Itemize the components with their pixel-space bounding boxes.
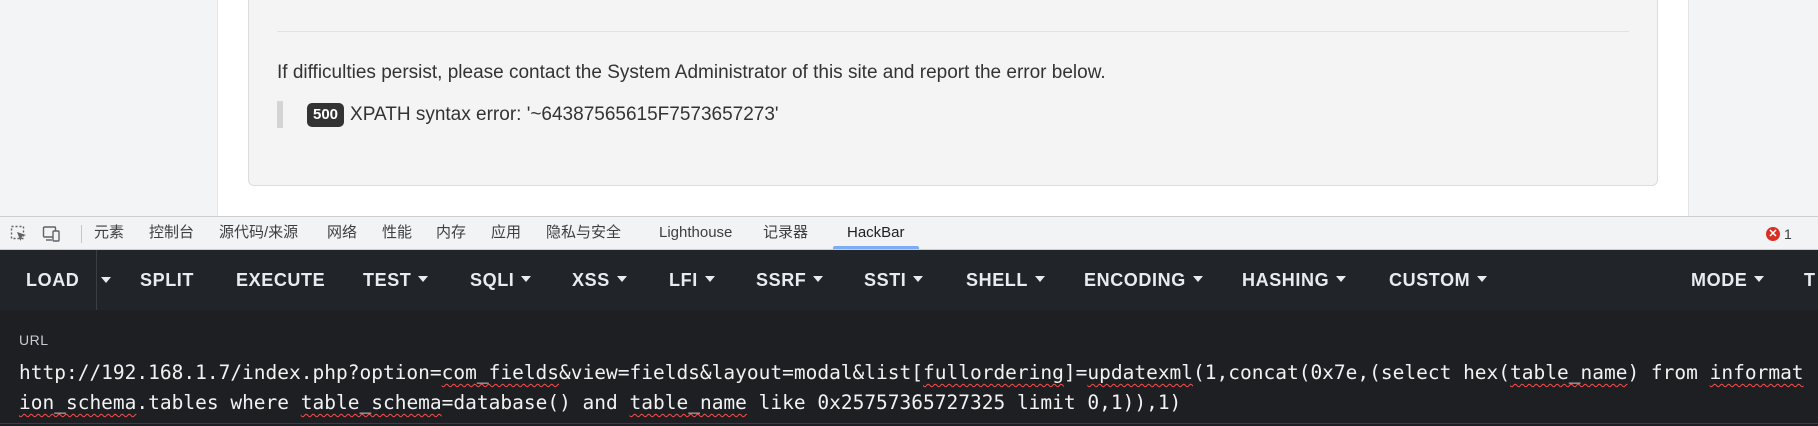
spellcheck-flagged-word: table_schema	[300, 391, 442, 414]
shell-label: SHELL	[966, 270, 1029, 290]
chevron-down-icon	[1477, 276, 1488, 283]
page-viewport: If difficulties persist, please contact …	[0, 0, 1818, 216]
custom-label: CUSTOM	[1389, 270, 1471, 290]
error-line: 500 XPATH syntax error: '~64387565615F75…	[307, 101, 779, 128]
chevron-down-icon	[101, 277, 111, 283]
hackbar-toolbar: LOAD SPLIT EXECUTE TEST SQLI XSS LFI SSR…	[0, 250, 1818, 310]
tab-recorder[interactable]: 记录器	[763, 217, 808, 249]
hashing-label: HASHING	[1242, 270, 1330, 290]
error-message: XPATH syntax error: '~64387565615F757365…	[350, 103, 779, 125]
load-dropdown-button[interactable]	[98, 250, 114, 310]
test-label: TEST	[363, 270, 412, 290]
url-label: URL	[19, 332, 49, 348]
load-split-divider	[96, 250, 97, 310]
inspect-element-icon[interactable]	[9, 224, 29, 244]
tab-performance[interactable]: 性能	[382, 217, 412, 249]
card-divider	[277, 31, 1629, 32]
chevron-down-icon	[1192, 276, 1203, 283]
mode-menu[interactable]: MODE	[1691, 250, 1765, 310]
active-tab-indicator	[833, 246, 919, 249]
ssrf-label: SSRF	[756, 270, 807, 290]
error-card	[248, 0, 1658, 186]
tab-lighthouse[interactable]: Lighthouse	[659, 217, 732, 249]
devtools-tabbar: 元素 控制台 源代码/来源 网络 性能 内存 应用 隐私与安全 Lighthou…	[0, 216, 1818, 250]
spellcheck-flagged-word: com_fields	[441, 361, 560, 384]
test-menu[interactable]: TEST	[363, 250, 429, 310]
chevron-down-icon	[704, 276, 715, 283]
overflow-label: T	[1804, 270, 1816, 290]
xss-label: XSS	[572, 270, 610, 290]
sqli-menu[interactable]: SQLI	[470, 250, 532, 310]
load-button[interactable]: LOAD	[26, 250, 79, 310]
sqli-label: SQLI	[470, 270, 515, 290]
split-button[interactable]: SPLIT	[140, 250, 194, 310]
ssrf-menu[interactable]: SSRF	[756, 250, 824, 310]
url-textarea[interactable]: http://192.168.1.7/index.php?option=com_…	[19, 358, 1809, 420]
url-panel: URL http://192.168.1.7/index.php?option=…	[0, 310, 1818, 426]
lfi-label: LFI	[669, 270, 698, 290]
url-panel-divider	[0, 423, 1818, 424]
error-code-badge: 500	[307, 102, 345, 127]
error-notice-text: If difficulties persist, please contact …	[277, 62, 1106, 83]
error-counter[interactable]: ✕ 1	[1766, 224, 1792, 244]
chevron-down-icon	[418, 276, 429, 283]
load-label: LOAD	[26, 270, 80, 290]
ssti-menu[interactable]: SSTI	[864, 250, 924, 310]
tab-memory[interactable]: 内存	[436, 217, 466, 249]
spellcheck-flagged-word: table_name	[1510, 361, 1628, 384]
chevron-down-icon	[616, 276, 627, 283]
execute-button[interactable]: EXECUTE	[236, 250, 325, 310]
encoding-label: ENCODING	[1084, 270, 1186, 290]
tab-console[interactable]: 控制台	[149, 217, 194, 249]
device-toolbar-icon[interactable]	[42, 224, 62, 244]
tab-elements[interactable]: 元素	[94, 217, 124, 249]
custom-menu[interactable]: CUSTOM	[1389, 250, 1488, 310]
ssti-label: SSTI	[864, 270, 907, 290]
shell-menu[interactable]: SHELL	[966, 250, 1046, 310]
execute-label: EXECUTE	[236, 270, 326, 290]
split-label: SPLIT	[140, 270, 195, 290]
error-blockquote-bar	[277, 101, 283, 128]
chevron-down-icon	[1336, 276, 1347, 283]
spellcheck-flagged-word: fullordering	[923, 361, 1064, 384]
tab-application[interactable]: 应用	[491, 217, 521, 249]
chevron-down-icon	[913, 276, 924, 283]
tab-sources[interactable]: 源代码/来源	[219, 217, 298, 249]
chevron-down-icon	[813, 276, 824, 283]
tab-network[interactable]: 网络	[327, 217, 357, 249]
chevron-down-icon	[1754, 276, 1765, 283]
spellcheck-flagged-word: updatexml	[1087, 361, 1194, 384]
lfi-menu[interactable]: LFI	[669, 250, 715, 310]
chevron-down-icon	[521, 276, 532, 283]
error-circle-icon: ✕	[1766, 227, 1780, 241]
toolbar-divider	[81, 225, 82, 243]
xss-menu[interactable]: XSS	[572, 250, 627, 310]
tab-hackbar[interactable]: HackBar	[847, 217, 905, 249]
mode-label: MODE	[1691, 270, 1748, 290]
chevron-down-icon	[1035, 276, 1046, 283]
tab-privacy-security[interactable]: 隐私与安全	[546, 217, 621, 249]
overflow-menu[interactable]: T	[1804, 250, 1816, 310]
encoding-menu[interactable]: ENCODING	[1084, 250, 1203, 310]
hashing-menu[interactable]: HASHING	[1242, 250, 1347, 310]
error-count: 1	[1784, 226, 1792, 242]
spellcheck-flagged-word: table_name	[629, 391, 747, 414]
